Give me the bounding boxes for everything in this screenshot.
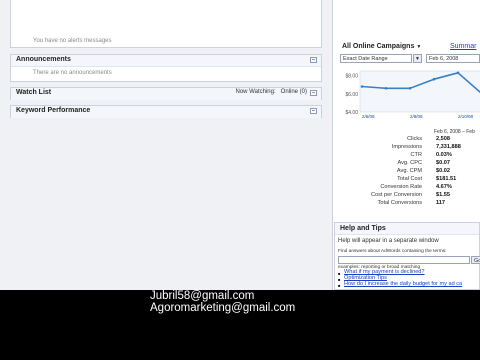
stats-row: Impressions 7,331,888: [336, 144, 480, 152]
announcements-header: Announcements: [11, 55, 321, 67]
y-tick-label: $6.00: [345, 92, 358, 98]
now-watching-value[interactable]: Online (0): [281, 89, 307, 95]
stats-row: CTR 0.03%: [336, 152, 480, 160]
caption-email-2: Agoromarketing@gmail.com: [150, 302, 296, 314]
help-search-hint: Find answers about AdWords containing th…: [338, 249, 447, 254]
expand-icon[interactable]: [310, 108, 317, 114]
watch-list-header: Watch List Now Watching: Online (0): [11, 88, 321, 100]
stats-value: $0.02: [436, 168, 450, 174]
stats-value: 7,331,888: [436, 144, 461, 150]
stats-row: Cost per Conversion $1.55: [336, 192, 480, 200]
x-axis: 2/6/082/8/082/10/082/: [362, 114, 474, 119]
stats-row: Total Conversions 117: [336, 200, 480, 208]
now-watching[interactable]: Now Watching: Online (0): [236, 89, 307, 95]
stats-label: Total Cost: [397, 176, 422, 182]
chevron-down-icon[interactable]: ▼: [413, 54, 422, 63]
announcements-panel: Announcements There are no announcements: [10, 54, 322, 82]
watch-list-title: Watch List: [16, 89, 52, 96]
stats-value: $0.07: [436, 160, 450, 166]
y-tick-label: $8.00: [345, 74, 358, 80]
data-point: [384, 87, 388, 90]
announcements-title: Announcements: [16, 56, 71, 63]
data-point: [360, 85, 364, 88]
now-watching-label: Now Watching:: [235, 89, 276, 95]
status-messages-panel: You have no alerts messages: [10, 0, 322, 48]
left-column: You have no alerts messages Announcement…: [0, 0, 332, 290]
bullet-icon: ■: [338, 271, 341, 276]
date-range-select[interactable]: Exact Date Range: [340, 54, 412, 63]
keyword-performance-header: Keyword Performance: [11, 106, 321, 118]
campaign-selector-label: All Online Campaigns: [342, 43, 415, 50]
stats-label: Avg. CPC: [397, 160, 422, 166]
bullet-icon: ■: [338, 283, 341, 288]
stats-row: Avg. CPM $0.02: [336, 168, 480, 176]
stats-label: Conversion Rate: [380, 184, 422, 190]
stats-value: 0.03%: [436, 152, 452, 158]
watch-list-panel: Watch List Now Watching: Online (0): [10, 87, 322, 100]
status-messages-text: You have no alerts messages: [33, 38, 112, 44]
expand-icon[interactable]: [310, 90, 317, 96]
video-caption: Jubril58@gmail.com Agoromarketing@gmail.…: [0, 290, 480, 360]
x-tick-label: 2/10/08: [458, 114, 474, 119]
performance-chart: $8.00$6.00$4.00 2/6/082/8/082/10/082/: [345, 70, 480, 119]
help-search-input[interactable]: [338, 256, 470, 264]
stats-row: Clicks 2,508: [336, 136, 480, 144]
summary-link[interactable]: Summar: [450, 43, 476, 50]
keyword-performance-panel: Keyword Performance: [10, 105, 322, 118]
campaign-selector[interactable]: All Online Campaigns ▼: [342, 43, 421, 50]
screen: You have no alerts messages Announcement…: [0, 0, 480, 290]
stats-row: Avg. CPC $0.07: [336, 160, 480, 168]
y-axis: $8.00 $6.00 $4.00: [345, 74, 358, 116]
help-search-button[interactable]: Go: [471, 256, 480, 264]
stats-value: $181.51: [436, 176, 457, 182]
x-tick-label: 2/6/08: [362, 114, 375, 119]
help-link-daily-budget[interactable]: How do I increase the daily budget for m…: [344, 281, 462, 287]
y-tick-label: $4.00: [345, 110, 358, 116]
minimize-icon[interactable]: [310, 57, 317, 63]
stats-value: 4.67%: [436, 184, 452, 190]
data-point: [408, 87, 412, 90]
stats-label: Clicks: [407, 136, 422, 142]
stats-label: Total Conversions: [377, 200, 422, 206]
data-point: [432, 77, 436, 81]
stats-value: 117: [436, 200, 446, 206]
stats-value: 2,508: [436, 136, 450, 142]
data-point: [456, 71, 460, 75]
chevron-down-icon: ▼: [416, 44, 422, 50]
stats-label: Avg. CPM: [396, 168, 422, 174]
stats-value: $1.55: [436, 192, 450, 198]
bullet-icon: ■: [338, 277, 341, 282]
announcements-empty-text: There are no announcements: [33, 70, 112, 76]
help-title: Help and Tips: [335, 223, 479, 235]
x-tick-label: 2/8/08: [410, 114, 423, 119]
stats-row: Total Cost $181.51: [336, 176, 480, 184]
stats-label: Cost per Conversion: [371, 192, 422, 198]
caption-email-1: Jubril58@gmail.com: [150, 290, 255, 302]
stats-row: Conversion Rate 4.67%: [336, 184, 480, 192]
help-subtitle: Help will appear in a separate window: [338, 238, 439, 244]
stats-range-label: Feb 6, 2008 – Feb: [434, 129, 475, 135]
stats-label: Impressions: [391, 144, 422, 150]
keyword-performance-title[interactable]: Keyword Performance: [16, 107, 90, 114]
start-date-input[interactable]: Feb 6, 2008: [426, 54, 480, 63]
stats-label: CTR: [410, 152, 423, 158]
